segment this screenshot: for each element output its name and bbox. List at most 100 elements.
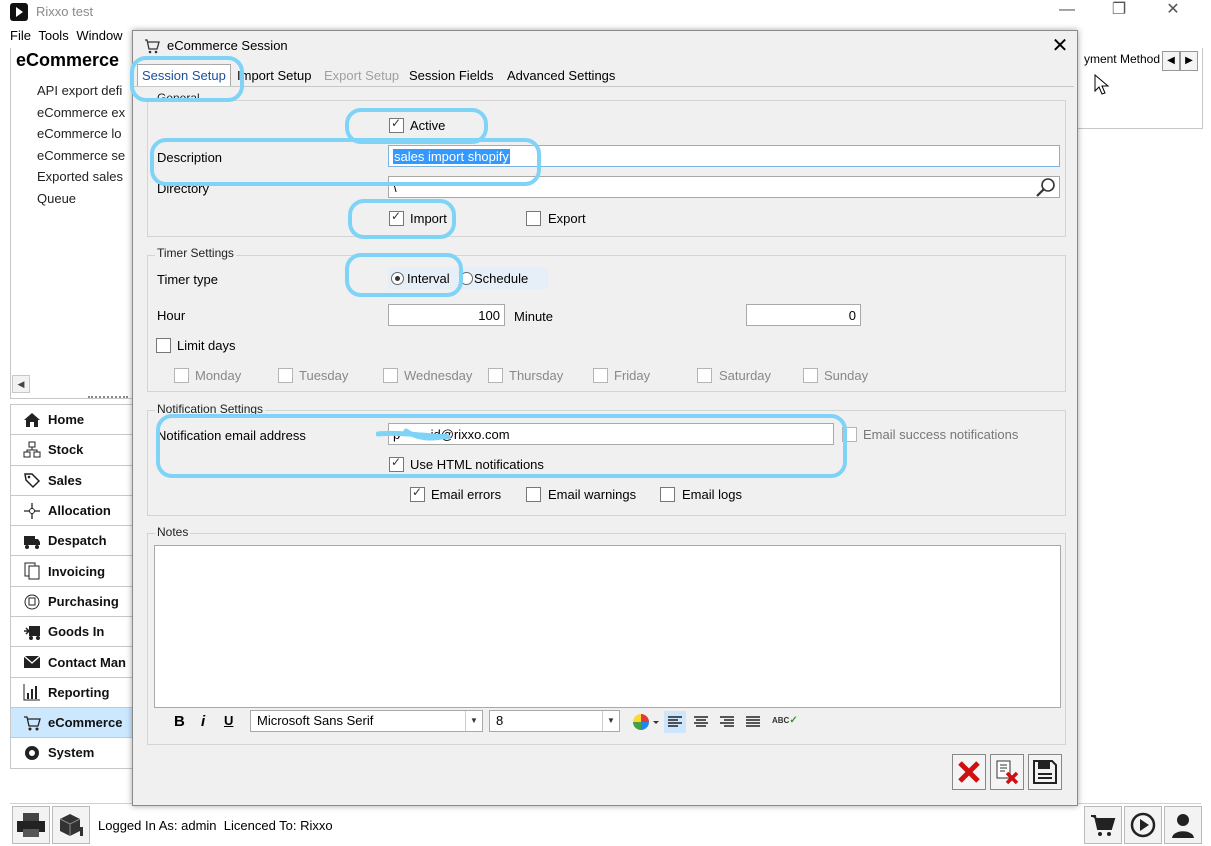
email-warnings-checkbox[interactable] [526,487,541,505]
play-circle-icon [1130,812,1156,838]
spell-check-button[interactable]: ABC✓ [772,715,798,726]
tab-import-setup[interactable]: Import Setup [237,68,311,83]
column-header-payment-method[interactable]: yment Method [1078,52,1160,66]
sidebar-item[interactable]: API export defi [37,80,125,102]
sidebar-item[interactable]: eCommerce se [37,145,125,167]
allocation-icon [23,502,41,520]
close-app-button[interactable]: ✕ [1150,0,1196,22]
thursday-checkbox[interactable] [488,368,503,386]
nav-item-stock[interactable]: Stock [11,435,133,466]
wednesday-label: Wednesday [404,368,473,383]
justify-button[interactable] [742,711,764,736]
sidebar-item[interactable]: Queue [37,188,125,210]
sidebar-scroll-left-button[interactable]: ◀ [12,375,30,393]
play-button[interactable] [1124,806,1162,844]
align-center-button[interactable] [690,711,712,736]
stock-icon [23,441,41,459]
nav-item-invoicing[interactable]: Invoicing [11,556,133,587]
sidebar-list: API export defi eCommerce ex eCommerce l… [37,80,125,209]
maximize-button[interactable]: ❐ [1096,0,1142,22]
email-success-label: Email success notifications [863,427,1019,442]
delete-x-icon [958,761,980,783]
nav-item-despatch[interactable]: Despatch [11,526,133,557]
minute-field[interactable]: 0 [746,304,861,326]
monday-label: Monday [195,368,242,383]
italic-button[interactable]: i [201,713,205,730]
home-icon [23,411,41,429]
nav-item-ecommerce[interactable]: eCommerce [11,707,133,739]
nav-item-goods-in[interactable]: Goods In [11,617,133,648]
sidebar-header: eCommerce [16,50,120,70]
tab-advanced-settings[interactable]: Advanced Settings [507,68,615,83]
friday-checkbox[interactable] [593,368,608,386]
underline-button[interactable]: U [224,713,233,728]
contact-icon [23,653,41,671]
ecommerce-icon [144,38,160,54]
mouse-cursor-icon [1094,73,1110,99]
bold-button[interactable]: B [174,713,185,730]
minute-label: Minute [514,309,554,324]
align-right-icon [720,716,734,727]
tuesday-checkbox[interactable] [278,368,293,386]
email-logs-label: Email logs [682,487,742,502]
wednesday-checkbox[interactable] [383,368,398,386]
browse-search-icon[interactable] [1035,177,1057,200]
scroll-left-arrow[interactable]: ◀ [1162,51,1180,71]
printer-button[interactable] [12,806,50,844]
export-checkbox[interactable] [526,211,541,229]
saturday-checkbox[interactable] [697,368,712,386]
email-errors-label: Email errors [431,487,502,502]
save-button[interactable] [1028,754,1062,790]
sidebar-item[interactable]: eCommerce ex [37,102,125,124]
app-titlebar [0,0,1211,24]
cart-button[interactable] [1084,806,1122,844]
minimize-button[interactable]: — [1044,0,1090,22]
email-logs-checkbox[interactable] [660,487,675,505]
limit-days-label: Limit days [177,338,236,353]
nav-item-contact[interactable]: Contact Man [11,647,133,678]
highlight-import [348,199,456,239]
align-right-button[interactable] [716,711,738,736]
nav-item-home[interactable]: Home [11,405,133,436]
despatch-icon [23,532,41,550]
hour-field[interactable]: 100 [388,304,505,326]
menu-bar: File Tools Window [10,28,127,43]
menu-file[interactable]: File [10,28,31,43]
user-button[interactable] [1164,806,1202,844]
cancel-button[interactable] [952,754,986,790]
align-left-button[interactable] [664,711,686,733]
font-size-select[interactable]: 8 ▼ [489,710,620,732]
nav-item-reporting[interactable]: Reporting [11,678,133,708]
package-info-button[interactable] [52,806,90,844]
justify-icon [746,716,760,727]
system-icon [23,744,41,762]
email-errors-checkbox[interactable] [410,485,425,505]
sunday-checkbox[interactable] [803,368,818,386]
nav-item-sales[interactable]: Sales [11,466,133,496]
color-picker-icon[interactable] [632,713,660,734]
highlight-notification-email [156,414,847,478]
discard-changes-button[interactable] [990,754,1024,790]
notes-editor[interactable] [154,545,1061,708]
sidebar-item[interactable]: Exported sales [37,166,125,188]
monday-checkbox[interactable] [174,368,189,386]
menu-window[interactable]: Window [76,28,122,43]
tab-export-setup[interactable]: Export Setup [324,68,399,83]
dialog-title: eCommerce Session [167,38,288,53]
menu-tools[interactable]: Tools [38,28,68,43]
splitter-handle[interactable] [88,396,128,398]
purchasing-icon [23,592,41,610]
cart-icon [1091,815,1116,836]
limit-days-checkbox[interactable] [156,338,171,356]
nav-item-purchasing[interactable]: Purchasing [11,587,133,618]
tab-session-fields[interactable]: Session Fields [409,68,494,83]
save-disk-icon [1033,760,1057,784]
sidebar-item[interactable]: eCommerce lo [37,123,125,145]
font-family-select[interactable]: Microsoft Sans Serif ▼ [250,710,483,732]
goods-in-icon [23,623,41,641]
tuesday-label: Tuesday [299,368,349,383]
nav-item-system[interactable]: System [11,738,133,767]
scroll-right-arrow[interactable]: ▶ [1180,51,1198,71]
dialog-close-button[interactable]: ✕ [1048,33,1072,58]
nav-item-allocation[interactable]: Allocation [11,496,133,527]
